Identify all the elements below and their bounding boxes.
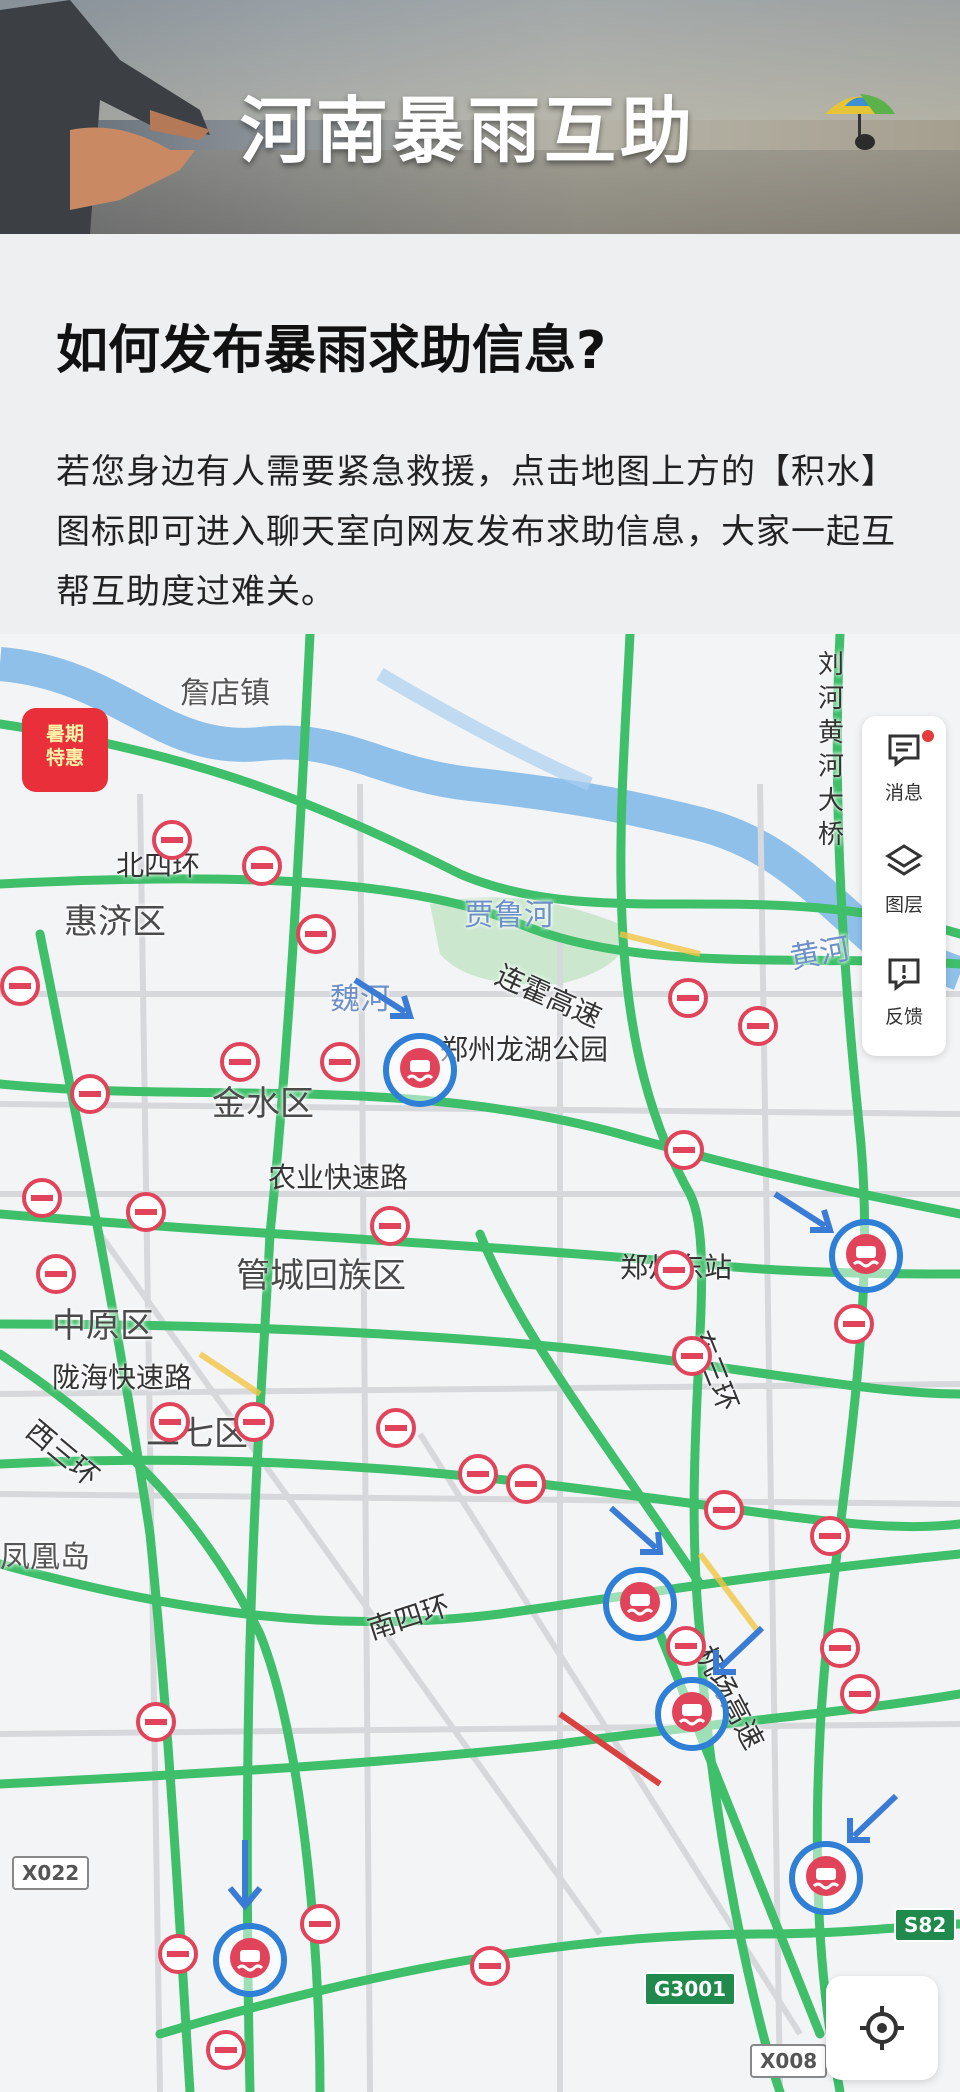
road-closed-icon[interactable]	[832, 1302, 876, 1346]
arrow-icon	[773, 1191, 835, 1233]
route-shield-s82: S82	[894, 1908, 957, 1942]
locate-icon	[860, 2006, 904, 2050]
waterlogging-icon[interactable]	[652, 1674, 732, 1754]
waterlogging-icon[interactable]	[210, 1920, 290, 2000]
feedback-button[interactable]: 反馈	[862, 940, 946, 1040]
road-closed-icon[interactable]	[150, 818, 194, 862]
road-closed-icon[interactable]	[702, 1488, 746, 1532]
road-closed-icon[interactable]	[148, 1400, 192, 1444]
helping-hands-image	[0, 0, 210, 234]
road-closed-icon[interactable]	[368, 1204, 412, 1248]
label-longhai: 陇海快速路	[52, 1361, 193, 1394]
road-closed-icon[interactable]	[666, 976, 710, 1020]
label-zhandian: 詹店镇	[180, 676, 270, 711]
messages-label: 消息	[884, 782, 923, 804]
label-fenghuang: 凤凰岛	[0, 1540, 90, 1575]
road-closed-icon[interactable]	[808, 1514, 852, 1558]
unread-dot	[922, 730, 934, 742]
feedback-label: 反馈	[884, 1006, 923, 1028]
road-closed-icon[interactable]	[294, 912, 338, 956]
road-closed-icon[interactable]	[662, 1128, 706, 1172]
route-shield-x008: X008	[750, 2044, 828, 2078]
waterlogging-icon[interactable]	[600, 1564, 680, 1644]
waterlogging-icon[interactable]	[380, 1030, 460, 1110]
road-closed-icon[interactable]	[318, 1040, 362, 1084]
arrow-icon	[227, 1840, 263, 1911]
label-guancheng: 管城回族区	[236, 1256, 406, 1296]
instruction-paragraph: 若您身边有人需要紧急救援，点击地图上方的【积水】图标即可进入聊天室向网友发布求助…	[56, 452, 896, 612]
arrow-icon	[713, 1625, 765, 1675]
traffic-map[interactable]: 詹店镇 惠济区 北四环 贾鲁河 魏河 连霍高速 郑州龙湖公园 金水区 农业快速路…	[0, 634, 960, 2092]
banner: 河南暴雨互助	[0, 0, 960, 234]
road-closed-icon[interactable]	[456, 1452, 500, 1496]
locate-button[interactable]	[826, 1976, 938, 2080]
message-icon	[888, 734, 920, 767]
layers-button[interactable]: 图层	[862, 828, 946, 928]
map-side-panel: 消息 图层 反馈	[862, 716, 946, 1056]
label-huiji: 惠济区	[64, 902, 166, 942]
road-closed-icon[interactable]	[298, 1902, 342, 1946]
road-closed-icon[interactable]	[134, 1700, 178, 1744]
layers-label: 图层	[884, 894, 923, 916]
road-closed-icon[interactable]	[156, 1932, 200, 1976]
label-liuhe: 刘河黄河大桥	[818, 650, 845, 850]
article: 如何发布暴雨求助信息? 若您身边有人需要紧急救援，点击地图上方的【积水】图标即可…	[0, 234, 960, 634]
label-zhongyuan: 中原区	[52, 1306, 154, 1346]
road-closed-icon[interactable]	[34, 1252, 78, 1296]
road-closed-icon[interactable]	[204, 2028, 248, 2072]
summer-promo-badge[interactable]: 暑期 特惠	[22, 708, 108, 792]
promo-line2: 特惠	[45, 747, 84, 769]
label-longhu: 郑州龙湖公园	[440, 1033, 609, 1066]
road-closed-icon[interactable]	[232, 1400, 276, 1444]
road-closed-icon[interactable]	[68, 1072, 112, 1116]
banner-title: 河南暴雨互助	[240, 89, 697, 173]
road-closed-icon[interactable]	[374, 1406, 418, 1450]
road-closed-icon[interactable]	[736, 1004, 780, 1048]
road-closed-icon[interactable]	[20, 1176, 64, 1220]
road-closed-icon[interactable]	[240, 844, 284, 888]
road-closed-icon[interactable]	[504, 1462, 548, 1506]
label-nongye: 农业快速路	[268, 1161, 409, 1194]
feedback-icon	[888, 958, 920, 991]
road-closed-icon[interactable]	[652, 1248, 696, 1292]
page-title: 如何发布暴雨求助信息?	[56, 321, 607, 381]
road-closed-icon[interactable]	[218, 1040, 262, 1084]
route-shield-g3001: G3001	[644, 1972, 737, 2006]
road-closed-icon[interactable]	[670, 1334, 714, 1378]
umbrella-image	[825, 94, 895, 150]
label-jialuhe: 贾鲁河	[464, 898, 554, 933]
road-closed-icon[interactable]	[0, 964, 42, 1008]
arrow-icon	[609, 1505, 664, 1555]
arrow-icon	[847, 1793, 899, 1843]
road-closed-icon[interactable]	[468, 1944, 512, 1988]
layers-icon	[885, 844, 923, 876]
promo-line1: 暑期	[45, 723, 84, 745]
messages-button[interactable]: 消息	[862, 716, 946, 816]
route-shield-x022: X022	[12, 1856, 90, 1890]
road-closed-icon[interactable]	[124, 1190, 168, 1234]
road-closed-icon[interactable]	[838, 1672, 882, 1716]
arrow-icon	[353, 977, 415, 1019]
road-closed-icon[interactable]	[818, 1626, 862, 1670]
